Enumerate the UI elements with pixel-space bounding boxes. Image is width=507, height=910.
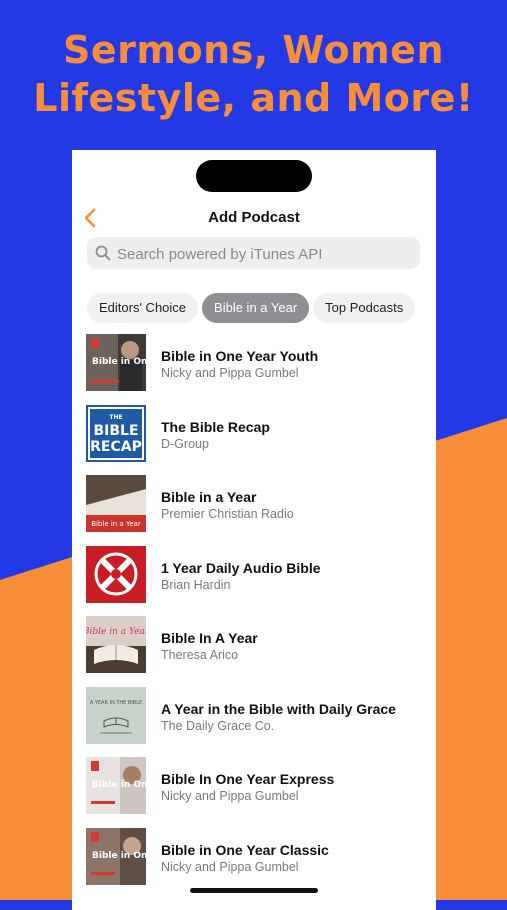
list-item[interactable]: Bible in One Year Bible In One Year Expr… <box>72 754 436 825</box>
tab-top-podcasts[interactable]: Top Podcasts <box>313 293 416 323</box>
podcast-title: The Bible Recap <box>161 418 270 435</box>
podcast-title: 1 Year Daily Audio Bible <box>161 559 321 576</box>
svg-text:Bible in One Year: Bible in One Year <box>92 851 146 861</box>
home-indicator[interactable] <box>190 888 318 893</box>
podcast-author: Brian Hardin <box>161 577 231 592</box>
podcast-author: The Daily Grace Co. <box>161 718 275 733</box>
promo-headline: Sermons, Women Lifestyle, and More! <box>0 26 507 122</box>
page-title: Add Podcast <box>208 209 300 226</box>
list-item[interactable]: Bible in One Year Bible in One Year Clas… <box>72 825 436 896</box>
podcast-title: A Year in the Bible with Daily Grace <box>161 700 396 717</box>
podcast-author: Theresa Arico <box>161 648 239 662</box>
svg-text:THE: THE <box>109 414 122 421</box>
podcast-title: Bible In A Year <box>161 630 258 646</box>
podcast-artwork: Bible in a Year <box>86 475 146 532</box>
podcast-title: Bible In One Year Express <box>161 771 335 787</box>
podcast-artwork: Bible in One Year <box>86 827 146 885</box>
svg-text:Bible in One Year: Bible in One Year <box>92 357 146 367</box>
tab-editors-choice[interactable]: Editors' Choice <box>87 293 199 323</box>
tab-bible-in-a-year[interactable]: Bible in a Year <box>202 293 310 323</box>
search-bar[interactable] <box>87 237 420 271</box>
headline-line-2: Lifestyle, and More! <box>33 76 474 120</box>
svg-text:BIBLE: BIBLE <box>93 423 138 439</box>
headline-line-1: Sermons, Women <box>62 28 444 72</box>
list-item[interactable]: A YEAR IN THE BIBLE A Year in the Bible … <box>72 684 436 755</box>
podcast-author: Nicky and Pippa Gumbel <box>161 789 299 803</box>
list-item[interactable]: Bible in a Year Bible In A Year Theresa … <box>72 613 436 684</box>
podcast-artwork: Bible in One Year <box>86 334 146 391</box>
podcast-title: Bible in a Year <box>161 489 257 505</box>
podcast-artwork: A YEAR IN THE BIBLE <box>86 686 146 744</box>
podcast-artwork <box>86 545 146 603</box>
svg-text:A YEAR IN THE BIBLE: A YEAR IN THE BIBLE <box>90 700 142 706</box>
podcast-list: Bible in One Year Bible in One Year Yout… <box>72 331 436 895</box>
podcast-author: Nicky and Pippa Gumbel <box>161 859 299 874</box>
nav-bar: Add Podcast <box>72 204 436 234</box>
podcast-author: Premier Christian Radio <box>161 507 294 521</box>
podcast-author: D-Group <box>161 436 209 451</box>
podcast-artwork: THE BIBLE RECAP <box>86 404 146 462</box>
list-item[interactable]: THE BIBLE RECAP The Bible Recap D-Group <box>72 402 436 473</box>
list-item[interactable]: Bible in One Year Bible in One Year Yout… <box>72 331 436 402</box>
podcast-author: Nicky and Pippa Gumbel <box>161 366 299 380</box>
category-tabs: Editors' Choice Bible in a Year Top Podcas… <box>87 293 436 323</box>
svg-text:Bible in a Year: Bible in a Year <box>86 627 146 637</box>
podcast-title: Bible in One Year Classic <box>161 841 329 858</box>
search-input[interactable] <box>115 237 414 271</box>
phone-screen: Add Podcast Editors' ChoiceBible in a Ye… <box>72 150 436 910</box>
podcast-title: Bible in One Year Youth <box>161 348 319 364</box>
search-icon <box>95 245 111 261</box>
podcast-artwork: Bible in a Year <box>86 616 146 673</box>
podcast-artwork: Bible in One Year <box>86 757 146 814</box>
svg-text:Bible in a Year: Bible in a Year <box>91 520 141 528</box>
list-item[interactable]: Bible in a Year Bible in a Year Premier … <box>72 472 436 543</box>
svg-text:Bible in One Year: Bible in One Year <box>92 780 146 790</box>
list-item[interactable]: 1 Year Daily Audio Bible Brian Hardin <box>72 543 436 614</box>
dynamic-island <box>196 160 312 192</box>
svg-text:RECAP: RECAP <box>90 439 142 455</box>
